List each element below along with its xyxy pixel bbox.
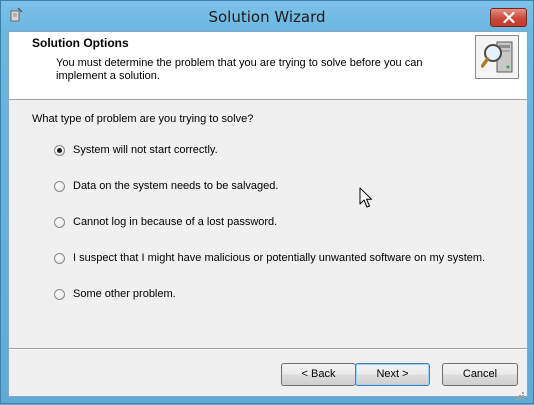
close-button[interactable] xyxy=(490,8,527,27)
radio-button[interactable] xyxy=(54,253,65,264)
radio-button[interactable] xyxy=(54,289,65,300)
footer-separator xyxy=(9,348,527,350)
radio-selected-dot xyxy=(57,148,62,153)
option-label[interactable]: I suspect that I might have malicious or… xyxy=(73,252,485,264)
resize-grip-icon[interactable] xyxy=(515,386,525,405)
header-graphic xyxy=(475,35,519,79)
option-label[interactable]: Data on the system needs to be salvaged. xyxy=(73,180,278,192)
radio-button[interactable] xyxy=(54,181,65,192)
radio-button[interactable] xyxy=(54,145,65,156)
option-label[interactable]: Cannot log in because of a lost password… xyxy=(73,216,277,228)
solution-wizard-window: Solution Wizard Solution Options You mus… xyxy=(0,0,534,404)
title-bar[interactable]: Solution Wizard xyxy=(1,1,533,31)
cancel-button[interactable]: Cancel xyxy=(442,363,518,386)
page-title: Solution Options xyxy=(32,36,129,50)
mouse-pointer-icon xyxy=(359,187,373,213)
radio-button[interactable] xyxy=(54,217,65,228)
wizard-client-area: Solution Options You must determine the … xyxy=(8,31,528,400)
window-title: Solution Wizard xyxy=(208,8,326,26)
back-button[interactable]: < Back xyxy=(281,363,356,386)
close-icon xyxy=(503,12,515,23)
page-description: You must determine the problem that you … xyxy=(56,57,423,82)
wizard-header: Solution Options You must determine the … xyxy=(9,32,527,100)
computer-magnifier-icon xyxy=(481,41,513,73)
option-label[interactable]: System will not start correctly. xyxy=(73,144,218,156)
question-label: What type of problem are you trying to s… xyxy=(32,113,254,125)
next-button[interactable]: Next > xyxy=(355,363,430,386)
option-label[interactable]: Some other problem. xyxy=(73,288,176,300)
